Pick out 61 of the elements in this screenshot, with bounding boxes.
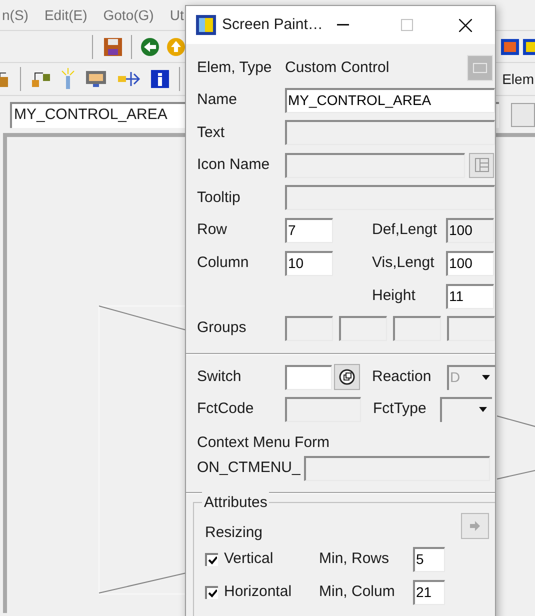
window-icon bbox=[473, 63, 487, 73]
close-icon[interactable] bbox=[459, 18, 472, 32]
checkbox[interactable] bbox=[205, 586, 218, 599]
field-label: Switch bbox=[197, 366, 242, 387]
arrow-icon bbox=[469, 520, 481, 532]
input-field[interactable]: 21 bbox=[413, 580, 445, 605]
field-label: Vis,Lengt bbox=[372, 253, 436, 274]
field-label: Icon Name bbox=[197, 155, 271, 175]
field-label: Reaction bbox=[372, 366, 432, 387]
checkbox[interactable] bbox=[205, 553, 218, 566]
save-icon[interactable] bbox=[103, 36, 123, 56]
menu-item[interactable]: Goto(G) bbox=[103, 4, 154, 26]
window-icon[interactable] bbox=[501, 38, 519, 54]
checkbox-label: Vertical bbox=[224, 549, 274, 570]
hierarchy-icon[interactable] bbox=[31, 70, 51, 88]
input-field[interactable]: 10 bbox=[285, 251, 333, 276]
minimize-icon[interactable] bbox=[337, 24, 349, 26]
field-label: FctCode bbox=[197, 399, 255, 420]
info-icon[interactable] bbox=[151, 70, 169, 88]
checkbox-label: Horizontal bbox=[224, 582, 293, 602]
element-type-button[interactable] bbox=[467, 55, 493, 81]
maximize-icon[interactable] bbox=[401, 19, 413, 31]
field-label: Name bbox=[197, 90, 238, 110]
menu-item[interactable]: Ut bbox=[170, 4, 184, 26]
list-button[interactable] bbox=[469, 152, 494, 178]
field-label: Context Menu Form bbox=[197, 432, 330, 452]
menu-item[interactable]: Edit(E) bbox=[44, 4, 88, 26]
input-field[interactable]: 100 bbox=[446, 251, 494, 276]
side-label: Elem bbox=[502, 70, 534, 88]
field-label: Elem, Type bbox=[197, 58, 273, 78]
copy-icon bbox=[339, 369, 355, 385]
app-icon bbox=[196, 15, 216, 35]
outline-lines-drawing bbox=[497, 415, 535, 481]
input-field[interactable]: 5 bbox=[413, 547, 445, 572]
input-field[interactable]: 7 bbox=[285, 218, 333, 243]
field-label: Column bbox=[197, 253, 250, 274]
input-field[interactable]: MY_CONTROL_AREA bbox=[285, 88, 495, 113]
field-label: Def,Lengt bbox=[372, 220, 438, 240]
screen-icon[interactable] bbox=[85, 70, 107, 88]
field-label: Row bbox=[197, 220, 228, 240]
sparkle-icon[interactable] bbox=[61, 68, 75, 90]
switch-button[interactable] bbox=[334, 364, 360, 390]
table-icon bbox=[474, 158, 488, 172]
input-field[interactable] bbox=[285, 364, 332, 390]
field-label: Resizing bbox=[205, 522, 263, 543]
network-icon[interactable] bbox=[117, 70, 141, 88]
field-label: Text bbox=[197, 122, 226, 142]
form-prefix: ON_CTMENU_ bbox=[197, 458, 300, 478]
field-label: Height bbox=[372, 286, 416, 306]
input-field[interactable]: 11 bbox=[446, 284, 494, 308]
field-label: Tooltip bbox=[197, 188, 242, 208]
dropdown-arrow-icon bbox=[479, 407, 487, 412]
field-label: Min, Rows bbox=[319, 549, 390, 570]
field-label: Min, Colum bbox=[319, 582, 396, 602]
forward-button[interactable] bbox=[461, 513, 489, 539]
field-label: Groups bbox=[197, 318, 248, 338]
window-title: Screen Paint… bbox=[222, 14, 324, 35]
field-label: FctType bbox=[373, 399, 428, 420]
menu-item[interactable]: n(S) bbox=[2, 4, 28, 26]
dropdown-arrow-icon bbox=[482, 374, 490, 380]
element-type-value: Custom Control bbox=[285, 58, 390, 78]
